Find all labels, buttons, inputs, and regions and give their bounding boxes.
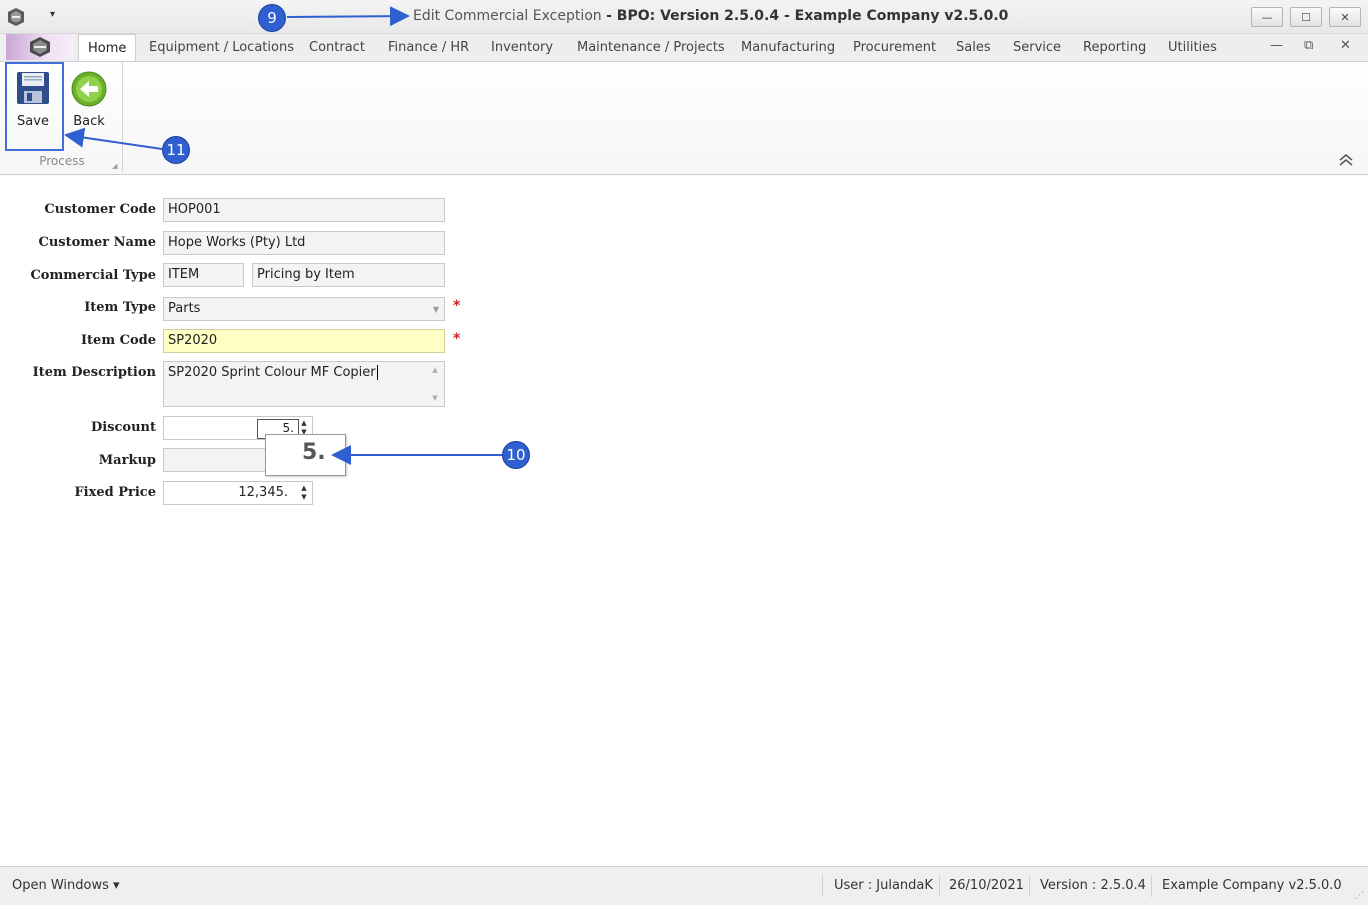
mdi-restore-icon[interactable]: ⧉ — [1304, 38, 1313, 53]
text-caret — [376, 365, 378, 380]
maximize-icon: ☐ — [1301, 10, 1311, 24]
application-menu-button[interactable] — [6, 34, 74, 60]
ribbon-group-process-label: Process — [39, 154, 85, 168]
save-highlight-box — [5, 62, 64, 151]
annotation-marker-10: 10 — [502, 441, 530, 469]
ribbon-panel: Save Back Process ◢ — [0, 61, 1368, 175]
tab-equipment-locations[interactable]: Equipment / Locations — [149, 40, 294, 55]
close-button[interactable]: ✕ — [1329, 7, 1361, 27]
tab-inventory[interactable]: Inventory — [491, 40, 553, 55]
fixed-price-spin-edit[interactable]: 12,345. ▲ ▼ — [163, 481, 313, 505]
status-company: Example Company v2.5.0.0 — [1162, 878, 1342, 893]
magnified-discount-value: 5. — [302, 440, 326, 465]
status-user: User : JulandaK — [834, 878, 933, 893]
open-windows-menu[interactable]: Open Windows ▾ — [12, 878, 120, 893]
fixed-price-label: Fixed Price — [74, 485, 156, 500]
status-separator — [939, 875, 940, 897]
app-menu-logo-icon — [30, 37, 50, 57]
title-bar: ▾ Edit Commercial Exception - BPO: Versi… — [0, 0, 1368, 34]
item-type-value: Parts — [168, 301, 201, 316]
tab-finance-hr[interactable]: Finance / HR — [388, 40, 469, 55]
customer-name-label: Customer Name — [38, 235, 156, 250]
item-type-label: Item Type — [84, 300, 156, 315]
mdi-minimize-icon[interactable]: — — [1270, 38, 1283, 53]
group-launcher-icon[interactable]: ◢ — [112, 162, 117, 170]
status-separator — [1151, 875, 1152, 897]
annotation-marker-11: 11 — [162, 136, 190, 164]
minimize-button[interactable]: — — [1251, 7, 1283, 27]
back-button[interactable]: Back — [61, 64, 117, 150]
tab-home[interactable]: Home — [78, 34, 137, 62]
app-logo-icon[interactable] — [6, 7, 26, 27]
item-description-label: Item Description — [32, 365, 156, 380]
required-indicator: * — [453, 331, 461, 347]
item-code-label: Item Code — [80, 333, 156, 348]
customer-name-field[interactable]: Hope Works (Pty) Ltd — [163, 231, 445, 255]
commercial-type-code-field[interactable]: ITEM — [163, 263, 244, 287]
discount-label: Discount — [90, 420, 156, 435]
scroll-down-icon[interactable]: ▼ — [432, 394, 437, 402]
required-indicator: * — [453, 298, 461, 314]
window-title-prefix: Edit Commercial Exception — [413, 8, 602, 24]
commercial-type-label: Commercial Type — [30, 268, 156, 283]
resize-grip-icon[interactable]: ⋰ — [1355, 891, 1364, 901]
mdi-close-icon[interactable]: ✕ — [1340, 38, 1351, 53]
minimize-icon: — — [1261, 10, 1273, 24]
customer-code-field[interactable]: HOP001 — [163, 198, 445, 222]
tab-reporting[interactable]: Reporting — [1083, 40, 1146, 55]
ribbon-group-separator — [122, 62, 123, 172]
back-button-label: Back — [73, 114, 105, 129]
close-icon: ✕ — [1340, 10, 1350, 24]
item-description-textarea[interactable]: SP2020 Sprint Colour MF Copier ▲ ▼ — [163, 361, 445, 407]
tab-maintenance-projects[interactable]: Maintenance / Projects — [577, 40, 725, 55]
spin-arrows-icon[interactable]: ▲ ▼ — [298, 483, 310, 503]
status-separator — [1029, 875, 1030, 897]
ribbon-tab-strip: Home Equipment / Locations Contract Fina… — [0, 34, 1368, 62]
back-arrow-icon — [71, 71, 107, 107]
annotation-marker-9: 9 — [258, 4, 286, 32]
scroll-up-icon[interactable]: ▲ — [432, 366, 437, 374]
status-date: 26/10/2021 — [949, 878, 1024, 893]
quick-access-dropdown-icon[interactable]: ▾ — [50, 9, 55, 20]
tab-procurement[interactable]: Procurement — [853, 40, 936, 55]
markup-label: Markup — [98, 453, 156, 468]
item-description-value: SP2020 Sprint Colour MF Copier — [168, 365, 376, 380]
status-version: Version : 2.5.0.4 — [1040, 878, 1146, 893]
chevron-down-icon[interactable]: ▼ — [433, 305, 439, 314]
fixed-price-value: 12,345. — [238, 485, 288, 500]
status-bar: Open Windows ▾ User : JulandaK 26/10/202… — [0, 866, 1368, 905]
item-code-field[interactable]: SP2020 — [163, 329, 445, 353]
textarea-scroll-arrows[interactable]: ▲ ▼ — [430, 366, 440, 402]
tab-contract[interactable]: Contract — [309, 40, 365, 55]
tab-manufacturing[interactable]: Manufacturing — [741, 40, 835, 55]
window-title: Edit Commercial Exception - BPO: Version… — [413, 8, 1008, 24]
commercial-type-description-field[interactable]: Pricing by Item — [252, 263, 445, 287]
window-title-suffix: - BPO: Version 2.5.0.4 - Example Company… — [606, 8, 1009, 24]
tab-utilities[interactable]: Utilities — [1168, 40, 1217, 55]
tab-sales[interactable]: Sales — [956, 40, 991, 55]
status-separator — [822, 875, 823, 897]
item-type-combo[interactable]: Parts ▼ — [163, 297, 445, 321]
collapse-ribbon-icon[interactable] — [1338, 154, 1354, 166]
tab-service[interactable]: Service — [1013, 40, 1061, 55]
maximize-button[interactable]: ☐ — [1290, 7, 1322, 27]
customer-code-label: Customer Code — [44, 202, 156, 217]
